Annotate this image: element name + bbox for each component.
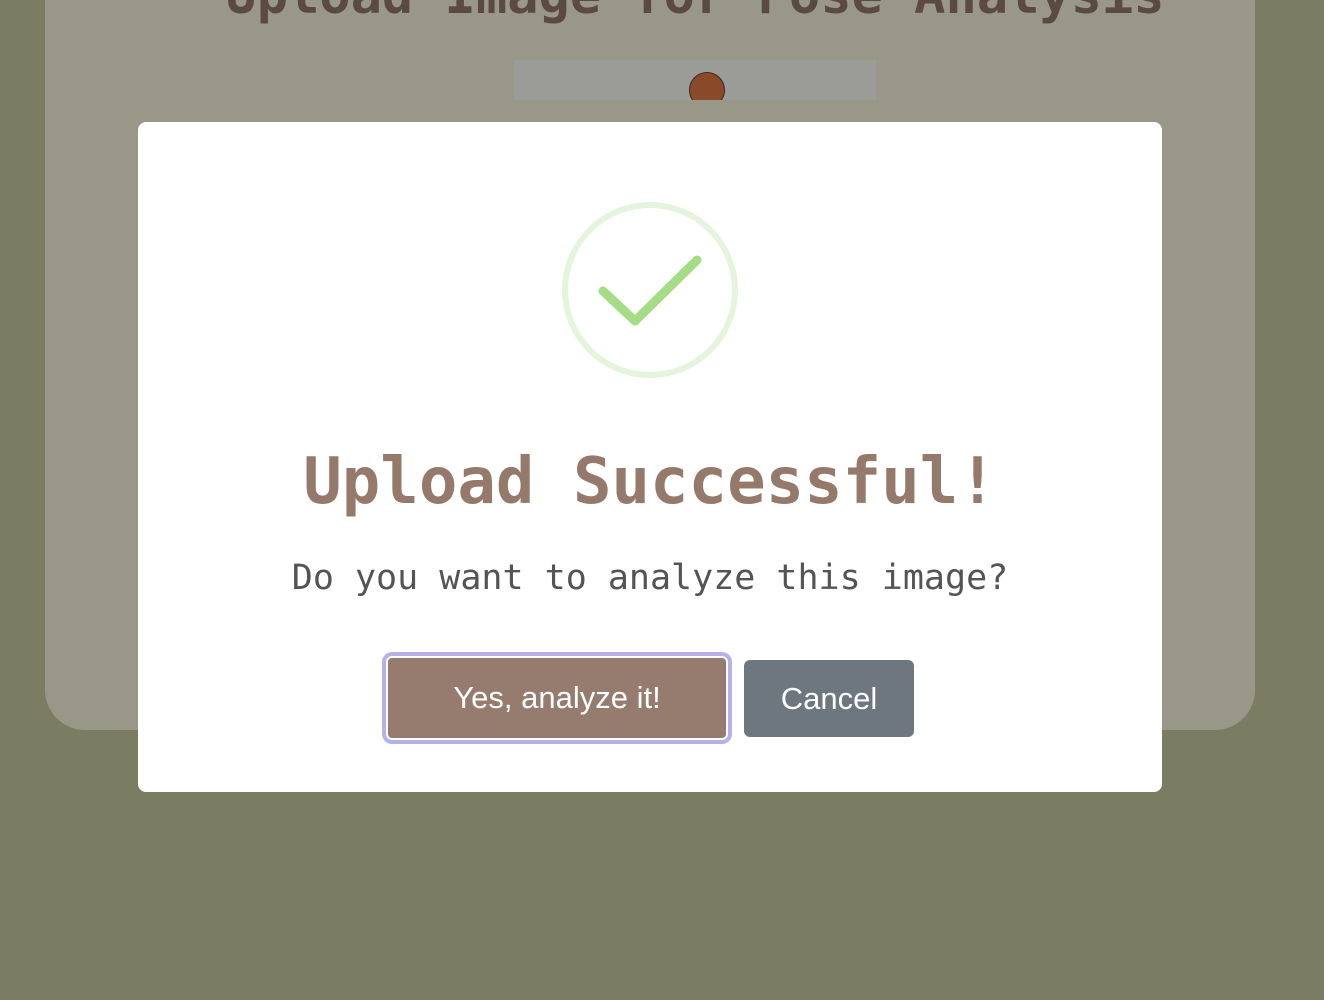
dialog-message: Do you want to analyze this image? (291, 558, 1009, 598)
check-circle-icon (562, 202, 738, 378)
success-dialog: Upload Successful! Do you want to analyz… (138, 122, 1162, 792)
confirm-analyze-button[interactable]: Yes, analyze it! (386, 656, 728, 740)
cancel-button[interactable]: Cancel (744, 659, 914, 737)
dialog-actions: Yes, analyze it! Cancel (138, 656, 1162, 740)
dialog-title: Upload Successful! (303, 445, 997, 519)
